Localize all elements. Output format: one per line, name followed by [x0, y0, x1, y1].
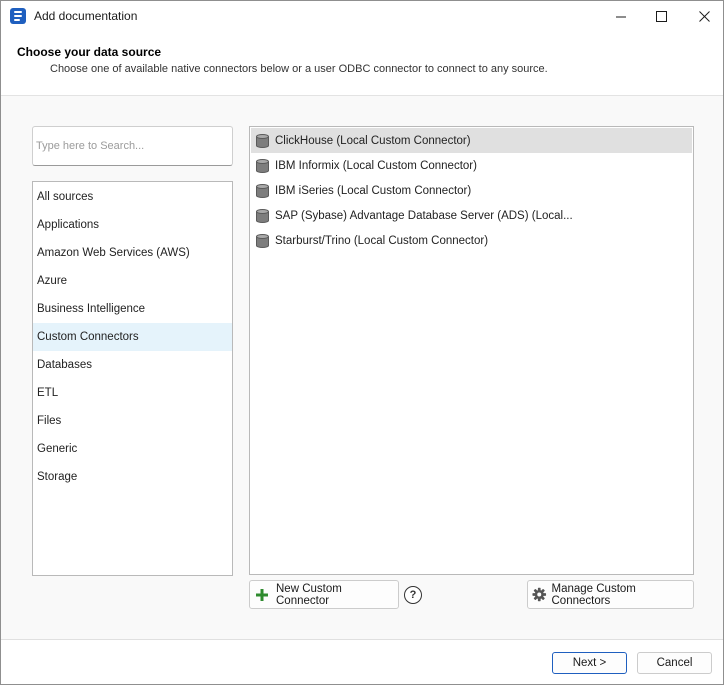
page-title: Choose your data source: [17, 45, 162, 59]
database-doc-icon: [10, 8, 26, 24]
connector-label: ClickHouse (Local Custom Connector): [275, 134, 471, 147]
connector-label: IBM iSeries (Local Custom Connector): [275, 184, 472, 197]
database-cylinder-icon: [256, 208, 269, 223]
new-custom-connector-label: New Custom Connector: [276, 582, 342, 607]
minimize-icon: [616, 16, 626, 17]
help-icon[interactable]: ?: [404, 586, 422, 604]
connector-item-ibm-informix[interactable]: IBM Informix (Local Custom Connector): [251, 153, 692, 178]
gear-icon: [532, 587, 547, 602]
database-cylinder-icon: [256, 233, 269, 248]
category-item-aws[interactable]: Amazon Web Services (AWS): [33, 239, 232, 267]
connector-label: SAP (Sybase) Advantage Database Server (…: [275, 209, 573, 222]
category-item-databases[interactable]: Databases: [33, 351, 232, 379]
category-item-files[interactable]: Files: [33, 407, 232, 435]
close-button[interactable]: [681, 1, 723, 32]
category-item-etl[interactable]: ETL: [33, 379, 232, 407]
connector-label: IBM Informix (Local Custom Connector): [275, 159, 477, 172]
category-item-business-intelligence[interactable]: Business Intelligence: [33, 295, 232, 323]
connector-item-ibm-iseries[interactable]: IBM iSeries (Local Custom Connector): [251, 178, 692, 203]
category-list[interactable]: All sources Applications Amazon Web Serv…: [32, 181, 233, 576]
search-box[interactable]: [32, 126, 233, 166]
connector-item-starburst-trino[interactable]: Starburst/Trino (Local Custom Connector): [251, 228, 692, 253]
add-documentation-dialog: Add documentation Choose your data sourc…: [0, 0, 724, 685]
category-item-storage[interactable]: Storage: [33, 463, 232, 491]
connector-item-sap-ads[interactable]: SAP (Sybase) Advantage Database Server (…: [251, 203, 692, 228]
database-cylinder-icon: [256, 158, 269, 173]
manage-custom-connectors-button[interactable]: Manage Custom Connectors: [527, 580, 694, 609]
category-item-all-sources[interactable]: All sources: [33, 183, 232, 211]
new-custom-connector-button[interactable]: New Custom Connector: [249, 580, 399, 609]
cancel-button[interactable]: Cancel: [637, 652, 712, 674]
connector-label: Starburst/Trino (Local Custom Connector): [275, 234, 489, 247]
maximize-icon: [655, 11, 667, 22]
database-cylinder-icon: [256, 133, 269, 148]
database-cylinder-icon: [256, 183, 269, 198]
manage-custom-connectors-label: Manage Custom Connectors: [551, 582, 636, 607]
window-title: Add documentation: [34, 9, 138, 23]
category-item-azure[interactable]: Azure: [33, 267, 232, 295]
plus-icon: [256, 588, 268, 601]
connector-list[interactable]: ClickHouse (Local Custom Connector) IBM …: [249, 126, 694, 575]
search-input[interactable]: [33, 127, 232, 165]
connector-item-clickhouse[interactable]: ClickHouse (Local Custom Connector): [251, 128, 692, 153]
page-description: Choose one of available native connector…: [50, 63, 548, 75]
category-item-custom-connectors[interactable]: Custom Connectors: [33, 323, 232, 351]
category-item-applications[interactable]: Applications: [33, 211, 232, 239]
title-bar: Add documentation: [1, 1, 723, 32]
category-item-generic[interactable]: Generic: [33, 435, 232, 463]
wizard-header: Choose your data source Choose one of av…: [1, 32, 723, 95]
next-button[interactable]: Next >: [552, 652, 627, 674]
close-icon: [698, 11, 710, 22]
maximize-button[interactable]: [638, 1, 684, 32]
